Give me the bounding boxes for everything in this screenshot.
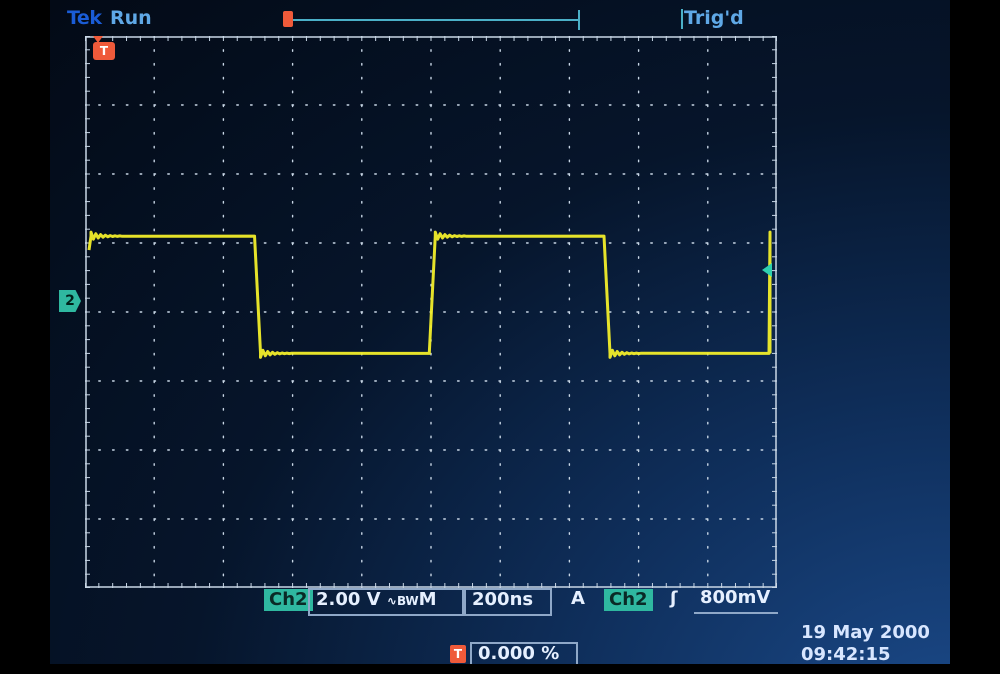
timebase-prefix: M (418, 589, 437, 610)
trigger-channel: Ch2 (604, 589, 653, 611)
waveform-trace (87, 230, 772, 359)
timestamp: 19 May 2000 09:42:15 (801, 622, 930, 664)
header-divider (681, 9, 683, 29)
trigger-position-icon: T (450, 645, 466, 663)
trigger-level-arrow-icon (762, 263, 772, 277)
channel-label: Ch2 (264, 589, 313, 611)
trigger-slope-icon: ʃ (670, 588, 678, 609)
oscilloscope-screen: Tek Run Trig'd T 2 Ch2 2.00 V ∿BWM 200ns… (50, 0, 950, 664)
trigger-position-readout: 0.000 % (470, 642, 578, 664)
brand-logo: Tek (67, 7, 102, 29)
date-readout: 19 May 2000 (801, 622, 930, 643)
record-length-bar (283, 10, 580, 30)
vertical-scale-readout: 2.00 V ∿BWM (308, 588, 464, 616)
timebase-readout: 200ns (464, 588, 552, 616)
trigger-source-prefix: A (571, 588, 585, 609)
record-end-tick (578, 10, 580, 30)
volts-per-div: 2.00 V (316, 589, 381, 610)
channel-2-ground-marker: 2 (59, 290, 81, 312)
trigger-position-marker: T (93, 42, 115, 60)
graticule (85, 36, 777, 588)
time-readout: 09:42:15 (801, 644, 891, 664)
record-trigger-marker (283, 11, 293, 27)
record-line (286, 19, 580, 21)
trigger-level-readout: 800mV (694, 588, 778, 614)
coupling-bandwidth-icon: ∿BW (386, 594, 419, 608)
trigger-status: Trig'd (684, 7, 744, 29)
acquisition-status: Run (110, 7, 152, 29)
